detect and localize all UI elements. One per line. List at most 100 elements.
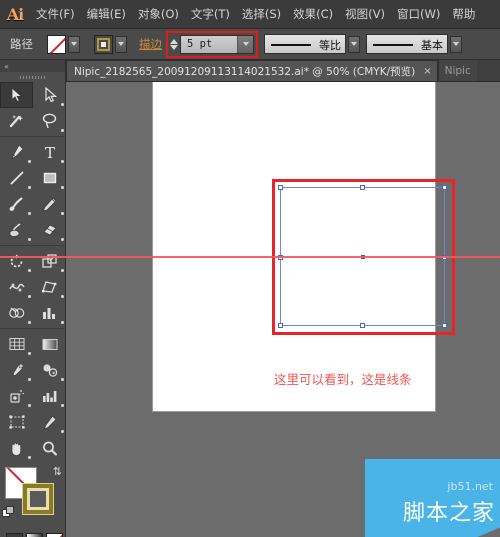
paintbrush-tool[interactable] (0, 191, 33, 217)
tool-group-indicator (28, 269, 31, 272)
tool-group-indicator (61, 186, 64, 189)
magic-wand-tool[interactable] (0, 108, 33, 134)
line-segment-tool[interactable] (0, 165, 33, 191)
brush-definition-dropdown-button[interactable] (450, 35, 462, 53)
close-icon[interactable]: × (423, 66, 431, 77)
none-mode-button[interactable] (46, 533, 63, 537)
stroke-weight-highlight-box: 5 pt (166, 30, 258, 58)
rectangle-tool[interactable] (33, 165, 66, 191)
gradient-tool[interactable] (33, 331, 66, 357)
anchor-point[interactable] (278, 323, 283, 328)
menu-view[interactable]: 视图(V) (339, 5, 391, 23)
anchor-point[interactable] (278, 185, 283, 190)
brush-definition-select[interactable]: 基本 (366, 34, 448, 54)
stroke-weight-stepper[interactable] (170, 38, 178, 50)
chevron-down-icon (351, 42, 357, 46)
anchor-point[interactable] (442, 323, 447, 328)
selection-tool[interactable] (0, 82, 33, 108)
eraser-tool[interactable] (33, 217, 66, 243)
stroke-color-indicator[interactable] (22, 483, 54, 515)
default-fill-stroke-icon[interactable] (2, 505, 16, 524)
artboard[interactable]: 这里可以看到，这是线条 (153, 82, 455, 411)
variable-width-profile-select[interactable]: 等比 (264, 34, 346, 54)
fill-color-swatch[interactable] (47, 34, 66, 54)
tools-panel-drag-handle[interactable] (0, 72, 65, 82)
stroke-weight-value: 5 pt (187, 38, 213, 50)
artboard-tool[interactable] (0, 409, 33, 435)
column-graph-tool[interactable] (33, 300, 66, 326)
gradient-mode-button[interactable] (26, 533, 43, 537)
anchor-point[interactable] (360, 185, 365, 190)
variable-width-profile-dropdown-button[interactable] (348, 35, 360, 53)
free-transform-tool[interactable] (33, 274, 66, 300)
tool-group-indicator (61, 378, 64, 381)
warp-tool[interactable] (0, 274, 33, 300)
stroke-weight-dropdown-button[interactable] (237, 35, 253, 53)
stroke-ring-icon (97, 37, 110, 51)
type-tool[interactable]: T (33, 139, 66, 165)
variable-width-profile-value: 等比 (319, 39, 341, 52)
tool-group-indicator (61, 129, 64, 132)
blob-brush-tool[interactable] (0, 217, 33, 243)
artwork-annotation-text: 这里可以看到，这是线条 (274, 372, 412, 387)
anchor-point[interactable] (278, 255, 283, 260)
rotate-tool[interactable] (0, 248, 33, 274)
fill-swatch-group[interactable] (47, 34, 80, 54)
tool-group-indicator (61, 238, 64, 241)
canvas-area[interactable]: 这里可以看到，这是线条 (66, 82, 500, 537)
tools-grid: T (0, 82, 66, 461)
menu-type[interactable]: 文字(T) (185, 5, 236, 23)
tool-group-indicator (28, 212, 31, 215)
eyedropper-tool[interactable] (0, 357, 33, 383)
pencil-tool[interactable] (33, 191, 66, 217)
zoom-tool[interactable] (33, 435, 66, 461)
menu-window[interactable]: 窗口(W) (391, 5, 446, 23)
chevron-down-icon (242, 42, 249, 46)
hand-tool[interactable] (0, 435, 33, 461)
menu-select[interactable]: 选择(S) (236, 5, 287, 23)
stepper-up-icon[interactable] (170, 38, 178, 44)
symbol-sprayer-tool[interactable] (0, 383, 33, 409)
swap-fill-stroke-icon[interactable]: ⇅ (53, 465, 62, 478)
document-tab-bar: Nipic_2182565_20091209113114021532.ai* @… (66, 60, 500, 82)
tool-group-indicator (28, 404, 31, 407)
anchor-point[interactable] (442, 185, 447, 190)
anchor-point[interactable] (360, 323, 365, 328)
lasso-tool[interactable] (33, 108, 66, 134)
stroke-swatch-group[interactable] (94, 34, 127, 54)
tool-group-indicator (61, 321, 64, 324)
tool-group-indicator (28, 378, 31, 381)
document-tab-active[interactable]: Nipic_2182565_20091209113114021532.ai* @… (66, 60, 438, 81)
menu-edit[interactable]: 编辑(E) (81, 5, 132, 23)
stroke-weight-label[interactable]: 描边 (139, 36, 162, 52)
mesh-tool[interactable] (0, 331, 33, 357)
tools-panel-collapse-button[interactable]: « (0, 60, 65, 72)
width-profile-line-icon (271, 44, 311, 46)
menu-object[interactable]: 对象(O) (132, 5, 185, 23)
graph-tool[interactable] (33, 383, 66, 409)
chevron-down-icon (118, 42, 124, 46)
stroke-dropdown-button[interactable] (115, 35, 127, 53)
pen-tool[interactable] (0, 139, 33, 165)
tool-group-indicator (28, 238, 31, 241)
scale-tool[interactable] (33, 248, 66, 274)
fill-dropdown-button[interactable] (68, 35, 80, 53)
control-bar: 路径 描边 5 pt 等比 基本 (0, 29, 500, 60)
menu-file[interactable]: 文件(F) (30, 5, 81, 23)
shape-builder-tool[interactable] (0, 300, 33, 326)
selected-path-bounds[interactable] (278, 185, 447, 328)
menu-effect[interactable]: 效果(C) (287, 5, 339, 23)
paint-mode-buttons (0, 533, 65, 537)
tool-divider (0, 136, 66, 137)
stroke-color-swatch[interactable] (94, 34, 113, 54)
tool-divider (0, 328, 66, 329)
anchor-point[interactable] (442, 255, 447, 260)
stepper-down-icon[interactable] (170, 44, 178, 50)
document-tab-inactive[interactable]: Nipic (437, 60, 477, 81)
menu-help[interactable]: 帮助 (446, 5, 481, 23)
direct-selection-tool[interactable] (33, 82, 66, 108)
slice-tool[interactable] (33, 409, 66, 435)
stroke-weight-input[interactable]: 5 pt (180, 34, 254, 54)
blend-tool[interactable] (33, 357, 66, 383)
color-mode-button[interactable] (6, 533, 23, 537)
